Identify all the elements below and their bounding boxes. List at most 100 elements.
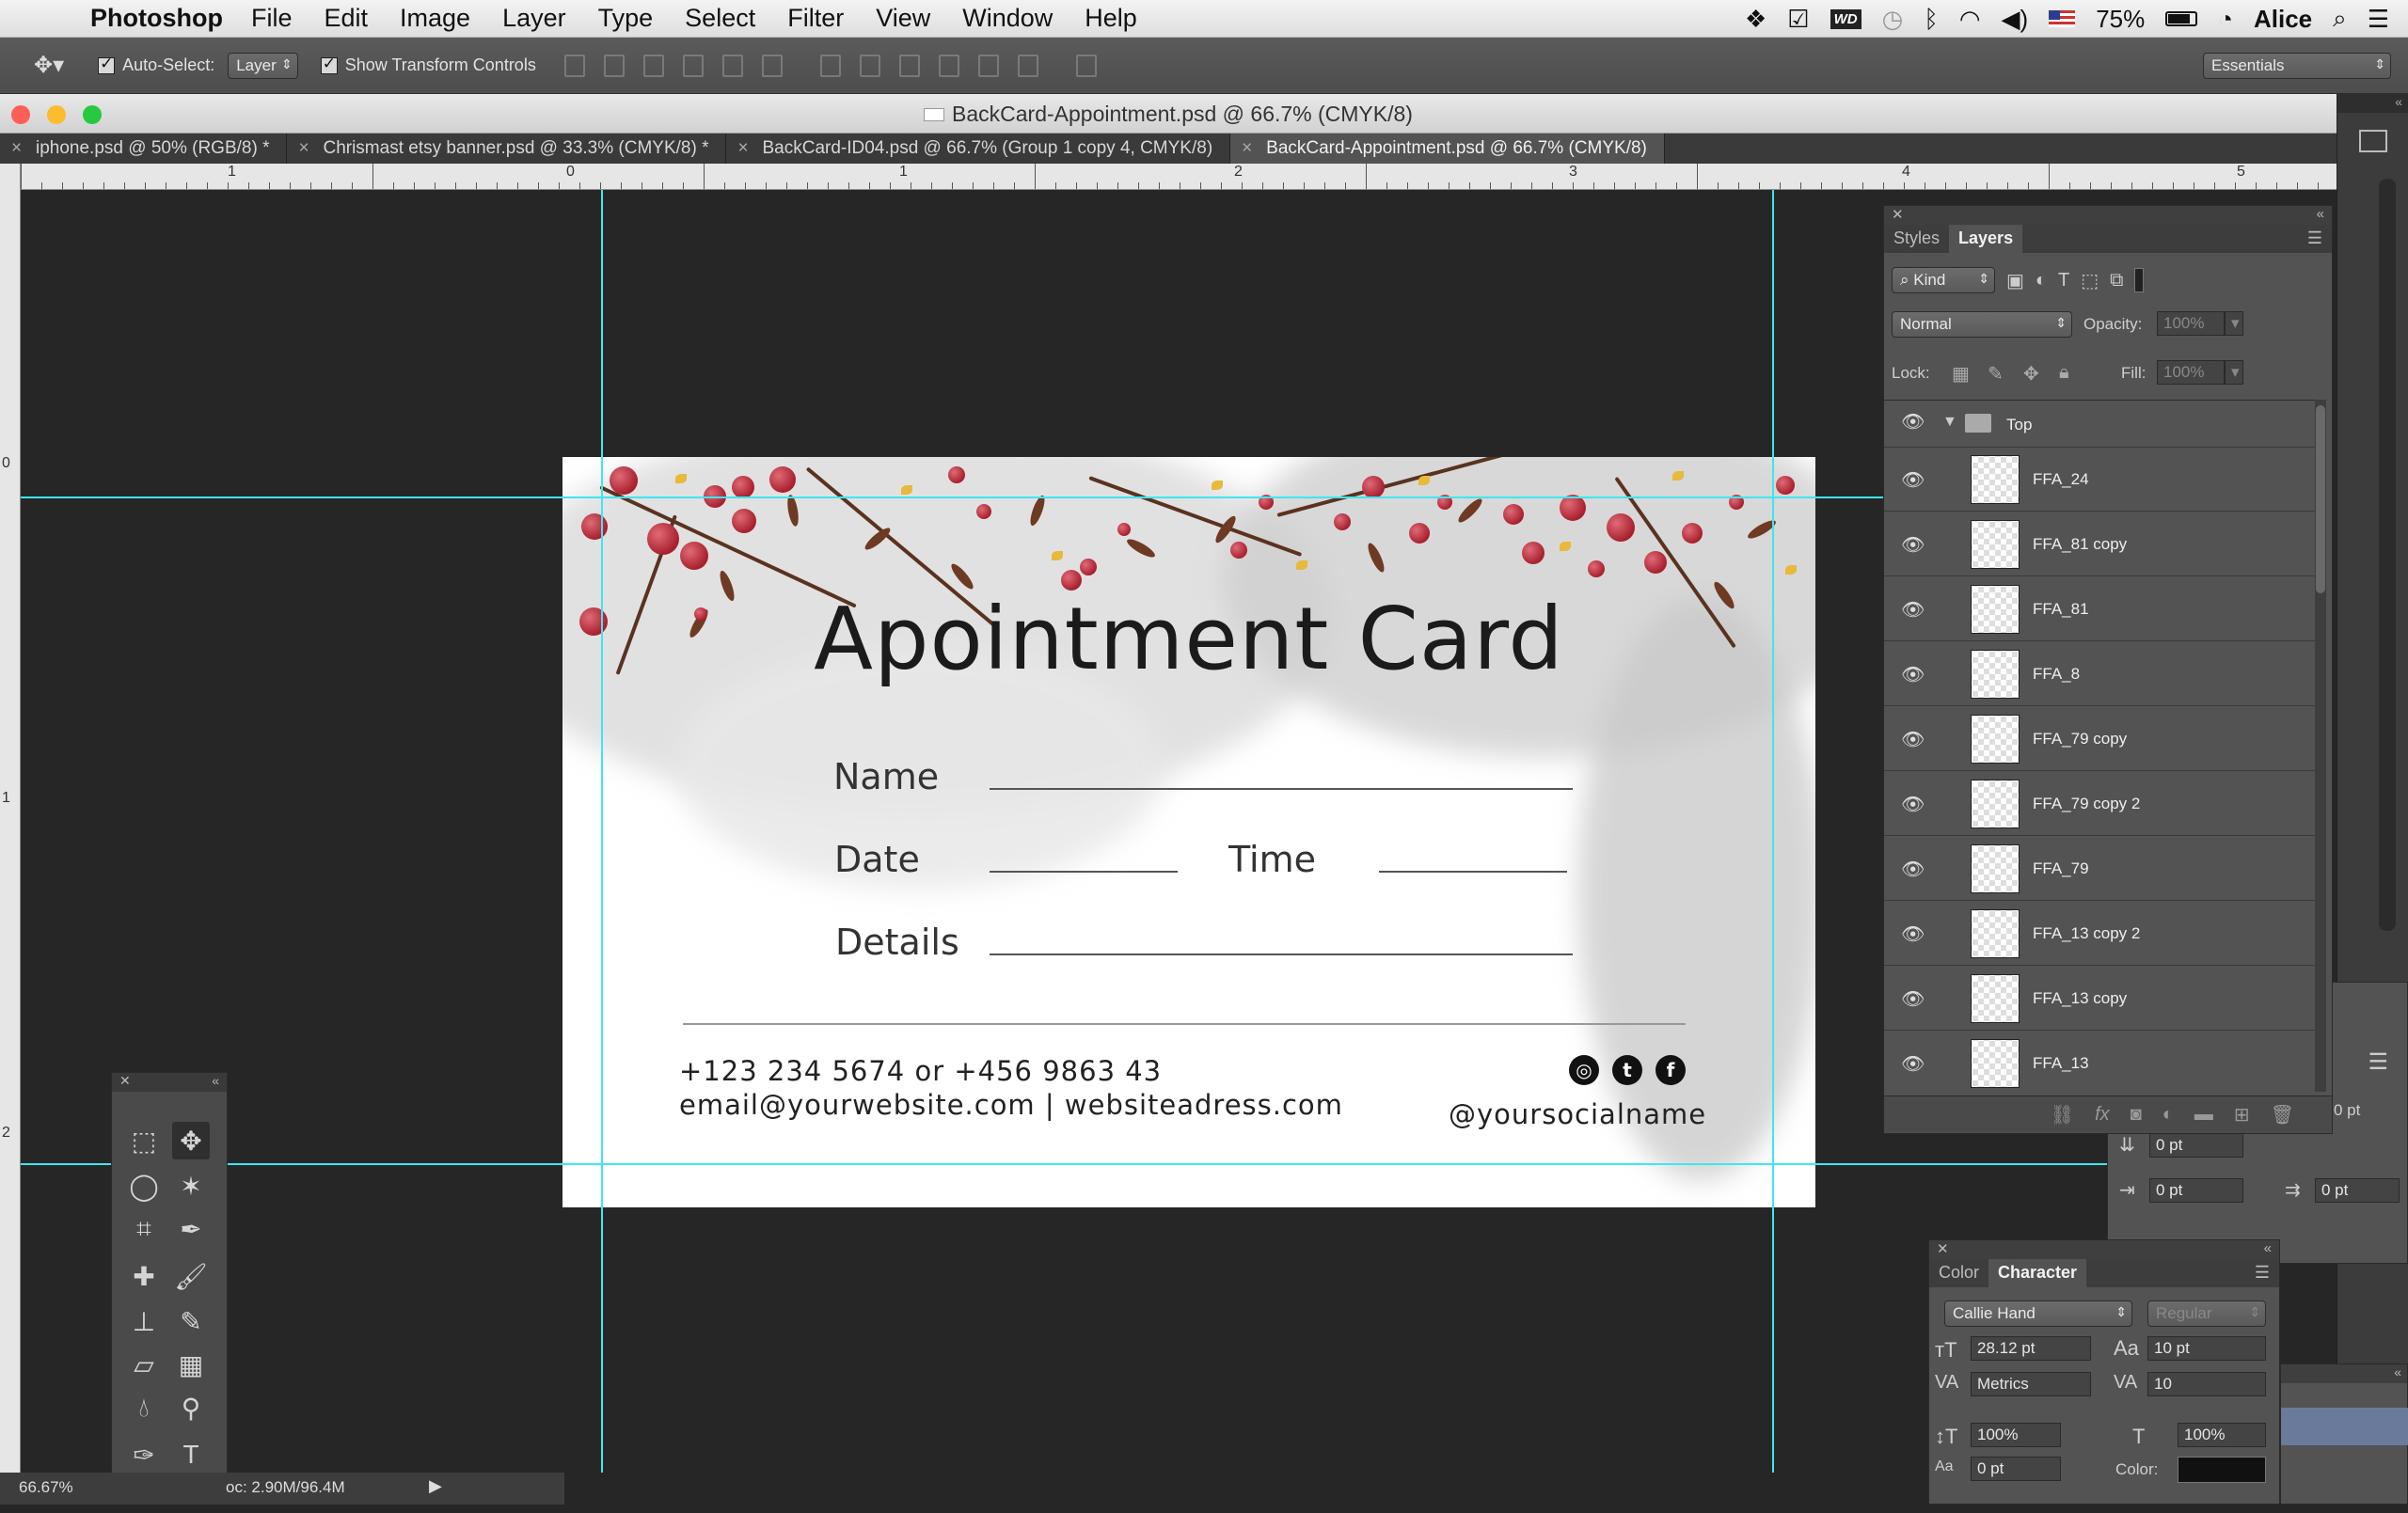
blur-tool-icon[interactable]: 💧︎ (125, 1389, 163, 1426)
layer-row[interactable]: 👁︎ FFA_24 (1884, 448, 2317, 512)
opacity-dropdown-icon[interactable]: ▾ (2225, 311, 2243, 336)
dropbox-icon[interactable]: ❖ (1745, 5, 1766, 34)
delete-layer-icon[interactable]: 🗑︎ (2271, 1103, 2294, 1127)
guide-vertical[interactable] (601, 190, 603, 1473)
menu-select[interactable]: Select (685, 4, 755, 33)
layer-row[interactable]: 👁︎ FFA_81 copy (1884, 512, 2317, 576)
fill-field[interactable]: 100% (2157, 360, 2225, 385)
link-layers-icon[interactable]: ⛓ (2051, 1103, 2074, 1127)
align-bottom-icon[interactable] (642, 54, 664, 77)
crop-tool-icon[interactable]: ⌗ (125, 1210, 163, 1248)
distribute-left-icon[interactable] (938, 54, 959, 77)
layer-style-fx-icon[interactable]: fx (2095, 1104, 2110, 1126)
paragraph-options-icon[interactable]: ☰ (2368, 1048, 2388, 1076)
gradient-tool-icon[interactable]: ▦ (172, 1346, 210, 1383)
collapse-panel-icon[interactable]: « (2264, 1240, 2272, 1256)
align-left-icon[interactable] (682, 54, 704, 77)
collapse-panel-icon[interactable]: « (2317, 206, 2324, 222)
collapse-panel-icon[interactable]: « (2281, 1364, 2407, 1383)
dodge-tool-icon[interactable]: ⚲ (172, 1389, 210, 1426)
first-line-indent-field[interactable]: 0 pt (2149, 1178, 2243, 1203)
auto-align-icon[interactable] (1075, 54, 1097, 77)
move-tool-icon[interactable]: ✥ (172, 1122, 210, 1159)
new-group-icon[interactable]: ▬ (2194, 1104, 2213, 1126)
brush-tool-icon[interactable]: 🖌︎ (172, 1257, 210, 1295)
dock-collapse-icon[interactable]: « (2337, 94, 2408, 113)
menu-help[interactable]: Help (1085, 4, 1137, 33)
collapse-panel-icon[interactable]: « (212, 1073, 219, 1088)
selected-item-highlight[interactable] (2281, 1408, 2408, 1445)
lasso-tool-icon[interactable]: ◯ (125, 1167, 163, 1205)
filter-toggle-icon[interactable] (2134, 268, 2145, 292)
auto-select-checkbox[interactable] (98, 55, 122, 75)
align-hcenter-icon[interactable] (721, 54, 743, 77)
distribute-hcenter-icon[interactable] (977, 54, 999, 77)
paragraph-right-indent-value[interactable]: 0 pt (2334, 1101, 2360, 1120)
auto-select-dropdown[interactable]: Layer (228, 52, 298, 79)
menu-file[interactable]: File (251, 4, 293, 33)
leading-field[interactable]: 10 pt (2147, 1336, 2266, 1361)
panel-menu-icon[interactable]: ☰ (2298, 224, 2332, 253)
visibility-eye-icon[interactable]: 👁︎ (1901, 1052, 1925, 1076)
fill-dropdown-icon[interactable]: ▾ (2225, 360, 2243, 385)
filter-smart-object-icon[interactable]: ⧉ (2110, 270, 2123, 292)
align-top-icon[interactable] (563, 54, 585, 77)
distribute-right-icon[interactable] (1017, 54, 1038, 77)
visibility-eye-icon[interactable]: 👁︎ (1901, 858, 1925, 881)
menu-app-name[interactable]: Photoshop (90, 4, 223, 33)
menu-filter[interactable]: Filter (787, 4, 844, 33)
filter-shape-icon[interactable]: ⬚ (2081, 269, 2099, 292)
workspace-dropdown[interactable]: Essentials (2203, 52, 2391, 79)
tab-color[interactable]: Color (1929, 1258, 1988, 1287)
dock-scrollbar[interactable] (2379, 179, 2396, 931)
lock-transparency-icon[interactable]: ▦ (1952, 362, 1970, 386)
vertical-scale-field[interactable]: 100% (1971, 1423, 2061, 1447)
opacity-field[interactable]: 100% (2157, 311, 2225, 336)
add-mask-icon[interactable]: ◙ (2131, 1104, 2142, 1126)
close-window-button[interactable] (11, 105, 30, 124)
layer-row[interactable]: 👁︎ FFA_81 (1884, 577, 2317, 641)
wd-drive-icon[interactable]: WD (1830, 8, 1861, 29)
type-tool-icon[interactable]: T (172, 1436, 210, 1474)
lock-paint-icon[interactable]: ✎ (1988, 362, 2004, 386)
tracking-dropdown[interactable]: 10 (2147, 1372, 2266, 1396)
visibility-eye-icon[interactable]: 👁︎ (1901, 793, 1925, 816)
appointment-card-artwork[interactable]: Apointment Card Name Date Time Details +… (562, 457, 1815, 1207)
tab-character[interactable]: Character (1988, 1258, 2087, 1287)
volume-icon[interactable]: ◀) (2002, 5, 2029, 34)
menu-view[interactable]: View (876, 4, 930, 33)
distribute-vcenter-icon[interactable] (859, 54, 880, 77)
bluetooth-icon[interactable]: ᛒ (1924, 5, 1939, 34)
notification-list-icon[interactable]: ☰ (2368, 5, 2389, 34)
distribute-top-icon[interactable] (819, 54, 841, 77)
eyedropper-tool-icon[interactable]: ✒ (172, 1210, 210, 1248)
scrollbar-thumb[interactable] (2316, 405, 2325, 593)
clone-stamp-tool-icon[interactable]: ⊥ (125, 1302, 163, 1340)
blend-mode-dropdown[interactable]: Normal (1892, 311, 2072, 338)
space-before-field[interactable]: 0 pt (2149, 1133, 2243, 1158)
panel-grid-icon[interactable] (2358, 130, 2387, 152)
tab-backcard-appointment[interactable]: × BackCard-Appointment.psd @ 66.7% (CMYK/… (1230, 134, 1665, 164)
close-panel-icon[interactable]: ✕ (119, 1073, 131, 1089)
kerning-dropdown[interactable]: Metrics (1971, 1372, 2091, 1396)
visibility-eye-icon[interactable]: 👁︎ (1901, 468, 1925, 492)
layer-row[interactable]: 👁︎ FFA_13 (1884, 1032, 2317, 1092)
close-tab-icon[interactable]: × (11, 134, 22, 164)
healing-brush-tool-icon[interactable]: ✚ (125, 1257, 163, 1295)
tab-styles[interactable]: Styles (1884, 224, 1949, 253)
tab-iphone[interactable]: × iphone.psd @ 50% (RGB/8) * (0, 134, 288, 164)
history-brush-tool-icon[interactable]: ✎ (172, 1302, 210, 1340)
layer-row[interactable]: 👁︎ FFA_79 (1884, 837, 2317, 901)
layer-row[interactable]: 👁︎ FFA_79 copy 2 (1884, 772, 2317, 836)
lock-all-icon[interactable]: 🔒︎ (2059, 362, 2069, 384)
new-layer-icon[interactable]: ⊞ (2234, 1103, 2250, 1127)
group-expand-triangle-icon[interactable]: ▼ (1942, 414, 1957, 431)
filter-adjustment-icon[interactable]: ◐ (2036, 270, 2047, 292)
close-panel-icon[interactable]: ✕ (1892, 206, 1904, 223)
wifi-icon[interactable]: ◠ (1959, 5, 1981, 34)
horizontal-scale-field[interactable]: 100% (2178, 1423, 2266, 1447)
visibility-eye-icon[interactable]: 👁︎ (1901, 533, 1925, 557)
panel-menu-icon[interactable]: ☰ (2245, 1258, 2279, 1287)
tab-layers[interactable]: Layers (1949, 224, 2023, 253)
lock-move-icon[interactable]: ✥ (2023, 362, 2039, 386)
